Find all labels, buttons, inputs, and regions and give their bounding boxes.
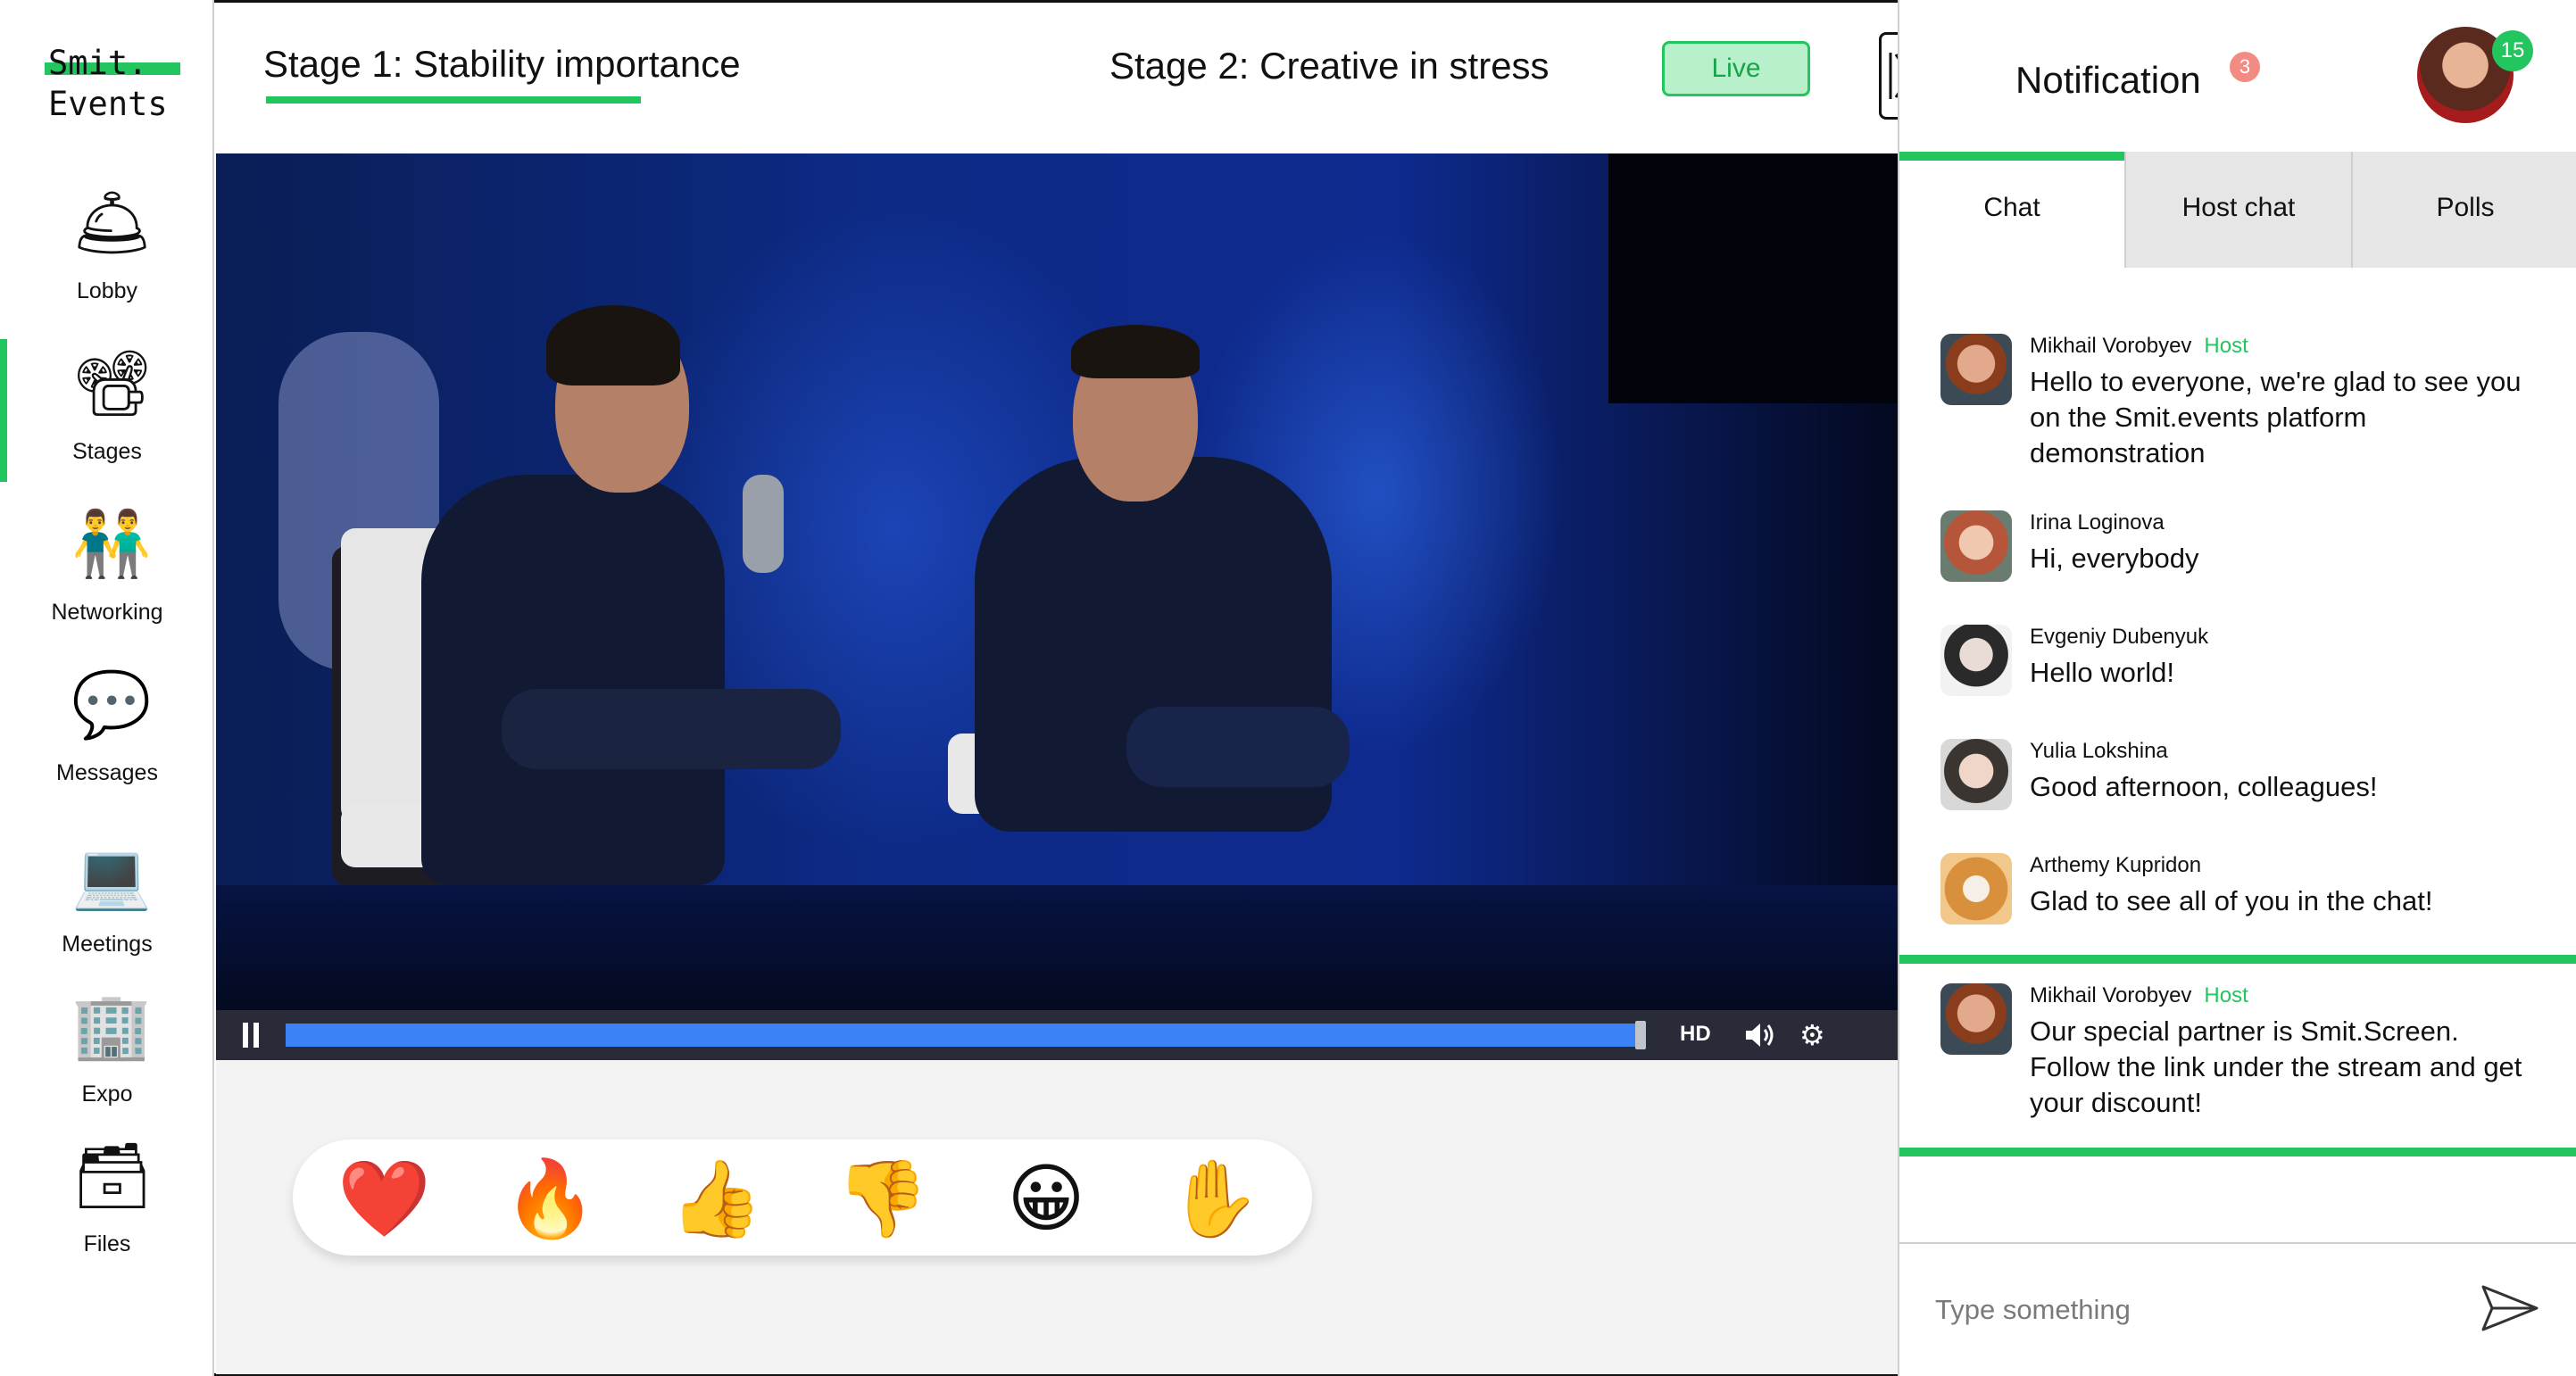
sidebar: Smit. Events 🛎 Lobby 📽 Stages 👬 Networki… [0,0,214,1376]
file-cabinet-icon: 🗃 [71,1138,154,1213]
avatar[interactable] [1940,739,2012,810]
avatar[interactable] [1940,983,2012,1055]
message-author[interactable]: Irina Loginova [2030,510,2165,535]
message-text: Our special partner is Smit.Screen. Foll… [2030,1015,2522,1118]
sidebar-item-networking[interactable]: 👬 Networking [0,505,214,657]
top-bar: Stage 1: Stability importance Stage 2: C… [214,0,1920,152]
author-role: Host [2204,334,2248,358]
progress-handle[interactable] [1635,1021,1646,1049]
progress-bar[interactable] [286,1024,1642,1047]
author-role: Host [2204,983,2248,1007]
notification-title[interactable]: Notification [2015,59,2201,102]
tab-polls[interactable]: Polls [2351,152,2576,268]
sidebar-item-label: Stages [72,439,142,464]
laptop-icon: 💻 [71,838,152,913]
sidebar-item-label: Meetings [62,932,153,957]
pause-icon[interactable] [241,1023,262,1048]
raised-hand-icon[interactable]: ✋ [1168,1154,1261,1243]
chat-tabs: Chat Host chat Polls [1899,152,2576,268]
chat-input[interactable] [1935,1283,2435,1337]
video-player[interactable]: HD ⚙ [216,153,1898,1060]
message-author[interactable]: Mikhail Vorobyev Host [2030,334,2248,359]
message-author[interactable]: Arthemy Kupridon [2030,853,2201,878]
notification-badge: 3 [2230,52,2260,82]
sidebar-item-label: Files [83,1231,131,1256]
thumbs-up-icon[interactable]: 👍 [669,1154,763,1243]
author-name: Evgeniy Dubenyuk [2030,625,2209,649]
tab-stage-2[interactable]: Stage 2: Creative in stress [1109,45,1550,87]
building-icon: 🏢 [71,988,152,1063]
message-author[interactable]: Evgeniy Dubenyuk [2030,625,2208,650]
sidebar-item-files[interactable]: 🗃 Files [0,1137,214,1289]
send-icon[interactable] [2478,1280,2542,1337]
tab-label: Host chat [2181,193,2296,222]
sidebar-item-label: Lobby [76,278,138,303]
tab-label: Polls [2436,193,2495,222]
film-projector-icon: 📽 [71,345,154,420]
sidebar-item-label: Networking [51,600,163,625]
volume-icon[interactable] [1744,1021,1776,1049]
active-tab-indicator [1899,152,2124,161]
sidebar-item-label: Expo [81,1082,133,1107]
smile-icon[interactable]: 😀 [1001,1154,1091,1243]
logo-line-1: Smit. [48,44,148,82]
tab-label: Chat [1983,193,2040,222]
author-name: Irina Loginova [2030,510,2165,535]
sidebar-item-messages[interactable]: 💬 Messages [0,666,214,817]
logo[interactable]: Smit. Events [45,43,191,125]
message-author[interactable]: Mikhail Vorobyev Host [2030,983,2248,1008]
sidebar-item-label: Messages [56,760,158,785]
avatar-badge: 15 [2492,30,2533,71]
author-name: Arthemy Kupridon [2030,853,2202,877]
sidebar-item-stages[interactable]: 📽 Stages [0,344,214,496]
message-text: Hello to everyone, we're glad to see you… [2030,366,2522,468]
bell-icon: 🛎 [71,185,154,260]
avatar[interactable] [1940,334,2012,405]
avatar[interactable] [1940,510,2012,582]
video-speaker-right-hair [1071,325,1200,378]
logo-line-2: Events [48,85,168,123]
video-backdrop [1608,153,1898,403]
tab-chat[interactable]: Chat [1899,152,2124,268]
live-button[interactable]: Live [1662,41,1810,96]
author-name: Yulia Lokshina [2030,739,2168,763]
author-name: Mikhail Vorobyev [2030,983,2192,1007]
tab-stage-1[interactable]: Stage 1: Stability importance [263,43,741,86]
reactions-bar: ❤️ 🔥 👍 👎 😀 ✋ [293,1140,1312,1256]
video-speaker-left-legs [502,689,841,769]
sidebar-item-expo[interactable]: 🏢 Expo [0,987,214,1139]
tab-host-chat[interactable]: Host chat [2124,152,2351,268]
avatar[interactable] [1940,625,2012,696]
pinned-divider-bottom [1899,1148,2576,1156]
settings-gear-icon[interactable]: ⚙ [1799,1021,1828,1049]
video-speaker-right-legs [1126,707,1350,787]
speech-bubble-icon: 💬 [71,667,152,742]
sidebar-item-meetings[interactable]: 💻 Meetings [0,837,214,989]
chat-input-area [1899,1242,2576,1376]
video-controls: HD ⚙ [216,1010,1898,1060]
thumbs-down-icon[interactable]: 👎 [835,1154,929,1243]
message-text: Hi, everybody [2030,543,2199,574]
video-speaker-left-hair [546,305,680,385]
video-microphone [743,475,784,573]
message-text: Glad to see all of you in the chat! [2030,885,2433,916]
pinned-divider-top [1899,955,2576,964]
active-stage-underline [266,96,641,104]
fire-icon[interactable]: 🔥 [503,1154,597,1243]
avatar[interactable] [1940,853,2012,924]
quality-button[interactable]: HD [1680,1022,1711,1047]
right-panel: Notification 3 15 Chat Host chat Polls M… [1898,0,2576,1376]
message-text: Hello world! [2030,657,2174,688]
people-icon: 👬 [71,506,152,581]
heart-icon[interactable]: ❤️ [337,1154,431,1243]
sidebar-item-lobby[interactable]: 🛎 Lobby [0,184,214,336]
message-text: Good afternoon, colleagues! [2030,771,2378,802]
message-author[interactable]: Yulia Lokshina [2030,739,2168,764]
video-speaker-left [421,475,725,885]
author-name: Mikhail Vorobyev [2030,334,2192,358]
